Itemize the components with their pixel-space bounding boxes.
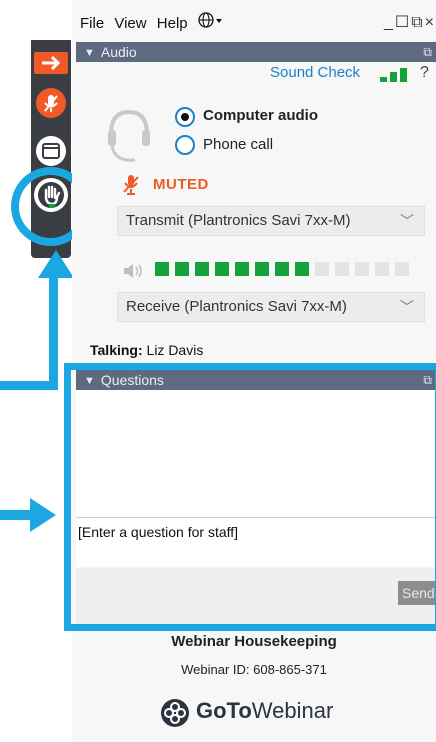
window-controls[interactable]: _☐⧉× xyxy=(384,12,436,32)
globe-icon[interactable] xyxy=(198,12,224,32)
up-arrow-icon xyxy=(38,250,74,278)
gotowebinar-flower-icon xyxy=(161,699,189,727)
computer-audio-label[interactable]: Computer audio xyxy=(203,107,318,124)
help-icon[interactable]: ? xyxy=(420,64,429,82)
meter-segment xyxy=(395,262,409,276)
questions-highlight-frame xyxy=(64,363,436,631)
muted-microphone-icon xyxy=(44,95,58,112)
speaker-icon xyxy=(124,264,142,278)
audio-section-title: Audio xyxy=(100,44,137,60)
muted-status: MUTED xyxy=(153,176,209,193)
window-icon xyxy=(42,143,60,159)
meter-segment xyxy=(355,262,369,276)
webinar-title: Webinar Housekeeping xyxy=(171,633,337,650)
meter-segment xyxy=(195,262,209,276)
meter-segment xyxy=(215,262,229,276)
receive-device-value: Receive (Plantronics Savi 7xx-M) xyxy=(126,298,347,315)
transmit-device-value: Transmit (Plantronics Savi 7xx-M) xyxy=(126,212,351,229)
receive-device-select[interactable]: Receive (Plantronics Savi 7xx-M) ﹀ xyxy=(117,292,425,322)
meter-segment xyxy=(235,262,249,276)
computer-audio-radio[interactable] xyxy=(175,107,195,127)
meter-segment xyxy=(375,262,389,276)
brand-goto: GoTo xyxy=(196,698,252,723)
meter-segment xyxy=(255,262,269,276)
microphone-mute-button[interactable] xyxy=(36,88,66,118)
meter-segment xyxy=(175,262,189,276)
menu-help[interactable]: Help xyxy=(157,15,188,32)
brand-webinar: Webinar xyxy=(251,698,334,723)
sound-check-link[interactable]: Sound Check xyxy=(270,64,360,81)
right-arrow-icon xyxy=(30,498,56,532)
headset-icon xyxy=(108,109,150,162)
talking-name: Liz Davis xyxy=(146,342,204,358)
collapse-arrow-button[interactable] xyxy=(34,52,68,74)
menu-bar: File View Help xyxy=(80,12,230,32)
menu-view[interactable]: View xyxy=(114,15,146,32)
meter-segment xyxy=(275,262,289,276)
arrow-vertical xyxy=(49,276,58,390)
talking-indicator: Talking: Liz Davis xyxy=(90,342,203,358)
popout-icon[interactable]: ⧉ xyxy=(423,42,432,62)
arrow-shaft-right xyxy=(0,510,32,520)
screen-viewer-button[interactable] xyxy=(36,136,66,166)
meter-segment xyxy=(315,262,329,276)
chevron-down-icon: ﹀ xyxy=(400,213,414,229)
collapse-triangle-icon: ▼ xyxy=(84,47,95,59)
meter-segment xyxy=(335,262,349,276)
webinar-id: Webinar ID: 608-865-371 xyxy=(181,662,327,677)
muted-microphone-icon xyxy=(123,175,139,195)
meter-segment xyxy=(295,262,309,276)
arrow-right-icon xyxy=(42,55,61,71)
meter-segment xyxy=(155,262,169,276)
phone-call-label[interactable]: Phone call xyxy=(203,136,273,153)
chevron-down-icon: ﹀ xyxy=(400,299,414,315)
phone-call-radio[interactable] xyxy=(175,135,195,155)
audio-section-header[interactable]: ▼ Audio ⧉ xyxy=(76,42,436,62)
signal-strength-icon xyxy=(380,68,410,82)
menu-file[interactable]: File xyxy=(80,15,104,32)
transmit-device-select[interactable]: Transmit (Plantronics Savi 7xx-M) ﹀ xyxy=(117,206,425,236)
arrow-horizontal-left xyxy=(0,381,58,390)
talking-label: Talking: xyxy=(90,342,143,358)
